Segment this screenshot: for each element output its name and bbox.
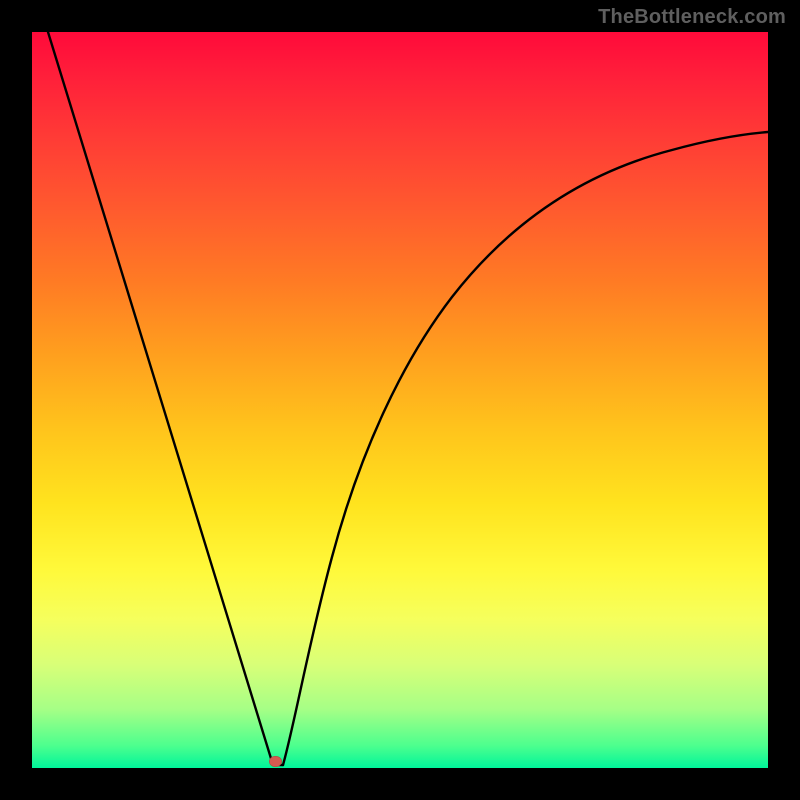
chart-frame: TheBottleneck.com <box>0 0 800 800</box>
curve-left-segment <box>48 32 273 765</box>
curve-right-segment <box>283 132 768 765</box>
optimal-point-marker <box>269 756 282 767</box>
watermark-text: TheBottleneck.com <box>598 6 786 29</box>
plot-area <box>32 32 768 768</box>
bottleneck-curve <box>32 32 768 768</box>
